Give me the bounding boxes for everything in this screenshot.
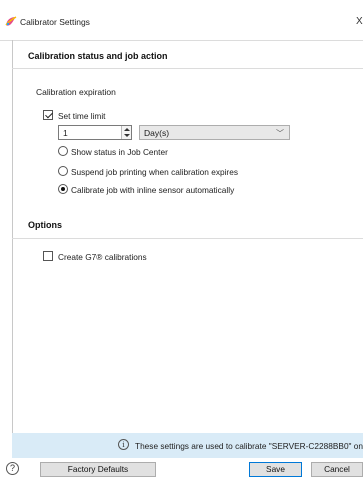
section1-divider <box>12 68 363 69</box>
radio-suspend-printing-label: Suspend job printing when calibration ex… <box>71 167 238 177</box>
create-g7-checkbox[interactable] <box>43 251 53 261</box>
footer-bar: ? Factory Defaults Save Cancel <box>0 458 363 481</box>
left-border <box>12 40 13 433</box>
time-unit-select[interactable]: Day(s) ﹀ <box>139 125 290 140</box>
title-bar: Calibrator Settings X <box>0 0 363 40</box>
info-icon: i <box>118 439 129 450</box>
window-title: Calibrator Settings <box>20 17 90 27</box>
info-bar: i These settings are used to calibrate "… <box>12 433 363 458</box>
factory-defaults-button[interactable]: Factory Defaults <box>40 462 156 477</box>
stepper-down-icon[interactable] <box>124 134 130 137</box>
create-g7-label: Create G7® calibrations <box>58 252 147 262</box>
calibration-expiration-heading: Calibration expiration <box>36 87 116 97</box>
title-divider <box>0 40 363 41</box>
stepper-arrows[interactable] <box>121 126 131 139</box>
time-limit-stepper[interactable]: 1 <box>58 125 132 140</box>
cancel-button[interactable]: Cancel <box>311 462 363 477</box>
radio-calibrate-inline-label: Calibrate job with inline sensor automat… <box>71 185 235 195</box>
time-limit-value: 1 <box>63 128 68 138</box>
set-time-limit-checkbox[interactable] <box>43 110 53 120</box>
app-icon <box>5 16 17 26</box>
section-title-calibration: Calibration status and job action <box>28 51 168 61</box>
time-unit-value: Day(s) <box>144 128 170 138</box>
radio-calibrate-inline[interactable] <box>58 184 68 194</box>
radio-suspend-printing[interactable] <box>58 166 68 176</box>
save-button[interactable]: Save <box>249 462 302 477</box>
section2-divider <box>12 238 363 239</box>
set-time-limit-label: Set time limit <box>58 111 106 121</box>
stepper-up-icon[interactable] <box>124 128 130 131</box>
radio-show-status-label: Show status in Job Center <box>71 147 168 157</box>
info-message: These settings are used to calibrate "SE… <box>135 441 363 451</box>
help-icon[interactable]: ? <box>6 462 19 475</box>
section-title-options: Options <box>28 220 62 230</box>
radio-show-status[interactable] <box>58 146 68 156</box>
close-button[interactable]: X <box>356 16 363 27</box>
chevron-down-icon: ﹀ <box>276 129 284 138</box>
